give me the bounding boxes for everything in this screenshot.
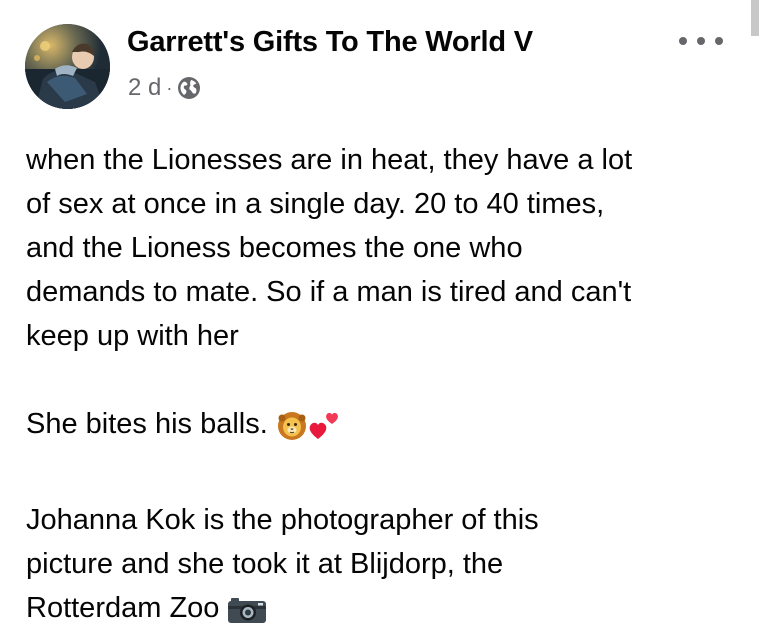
more-dot [679,37,687,45]
post-header: Garrett's Gifts To The World V 2 d · [0,0,760,120]
post-text-line: demands to mate. So if a man is tired an… [26,276,632,308]
post-text-line: picture and she took it at Blijdorp, the [26,548,504,580]
post-meta: 2 d · [128,72,201,104]
two-hearts-emoji [308,409,342,454]
post-text: Rotterdam Zoo [26,592,220,624]
meta-separator: · [166,77,173,98]
post-body: when the Lionesses are in heat, they hav… [26,138,746,638]
post-timestamp[interactable]: 2 d [128,74,161,102]
post-paragraph: Johanna Kok is the photographer of this … [26,498,746,638]
avatar[interactable] [25,24,110,109]
more-dot [715,37,723,45]
post-text: She bites his balls. [26,408,268,440]
more-options-button[interactable] [679,28,723,54]
post-text-line: keep up with her [26,320,239,352]
post-text-line: Johanna Kok is the photographer of this [26,504,539,536]
post-text-line-with-emoji: Rotterdam Zoo [26,586,746,638]
post-paragraph: She bites his balls. [26,402,746,454]
author-name[interactable]: Garrett's Gifts To The World V [127,26,533,59]
more-dot [697,37,705,45]
lion-face-emoji [276,409,308,454]
post-text-line-with-emoji: She bites his balls. [26,402,746,454]
post-paragraph: when the Lionesses are in heat, they hav… [26,138,746,358]
globe-icon[interactable] [177,76,201,100]
scrollbar[interactable] [751,0,759,36]
post-text-line: and the Lioness becomes the one who [26,232,523,264]
post-text-line: when the Lionesses are in heat, they hav… [26,144,633,176]
post-text-line: of sex at once in a single day. 20 to 40… [26,188,605,220]
camera-emoji [227,594,267,638]
